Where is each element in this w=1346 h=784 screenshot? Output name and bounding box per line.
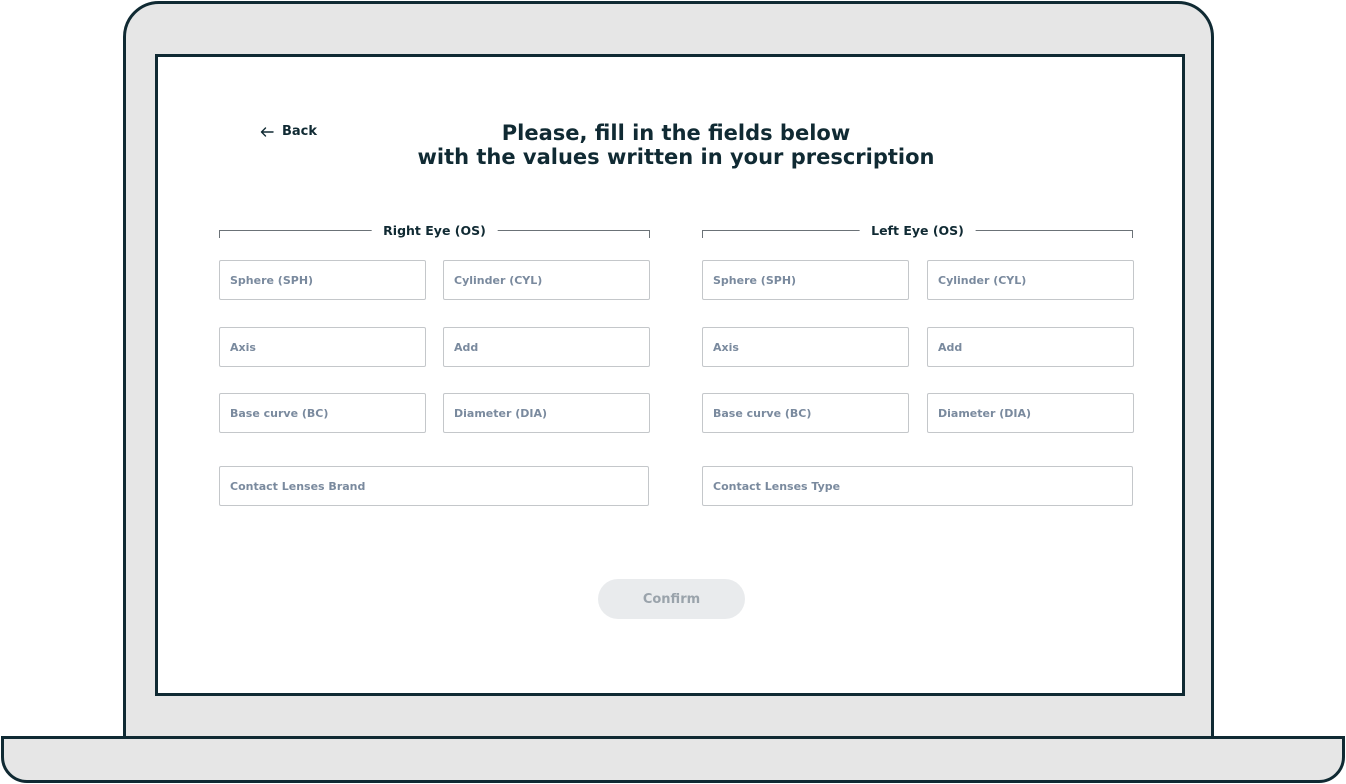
right-cylinder-input[interactable]: [443, 260, 650, 300]
back-label: Back: [282, 124, 318, 139]
page-title-line-1: Please, fill in the fields below: [501, 121, 851, 145]
arrow-left-icon: [260, 126, 274, 137]
left-base-curve-input[interactable]: [702, 393, 909, 433]
left-add-input[interactable]: [927, 327, 1134, 367]
left-type-input[interactable]: [702, 466, 1133, 506]
right-base-curve-input[interactable]: [219, 393, 426, 433]
left-eye-section-header: Left Eye (OS): [702, 222, 1133, 240]
laptop-base: [1, 736, 1345, 783]
left-cylinder-input[interactable]: [927, 260, 1134, 300]
confirm-button[interactable]: Confirm: [598, 579, 745, 619]
left-diameter-input[interactable]: [927, 393, 1134, 433]
back-button[interactable]: Back: [260, 124, 317, 139]
left-eye-heading: Left Eye (OS): [859, 222, 976, 239]
right-diameter-input[interactable]: [443, 393, 650, 433]
page-title: Please, fill in the fields below with th…: [360, 121, 992, 169]
left-axis-input[interactable]: [702, 327, 909, 367]
right-add-input[interactable]: [443, 327, 650, 367]
right-brand-input[interactable]: [219, 466, 649, 506]
left-sphere-input[interactable]: [702, 260, 909, 300]
right-axis-input[interactable]: [219, 327, 426, 367]
right-eye-heading: Right Eye (OS): [371, 222, 498, 239]
right-sphere-input[interactable]: [219, 260, 426, 300]
page-title-line-2: with the values written in your prescrip…: [417, 145, 935, 169]
right-eye-section-header: Right Eye (OS): [219, 222, 650, 240]
